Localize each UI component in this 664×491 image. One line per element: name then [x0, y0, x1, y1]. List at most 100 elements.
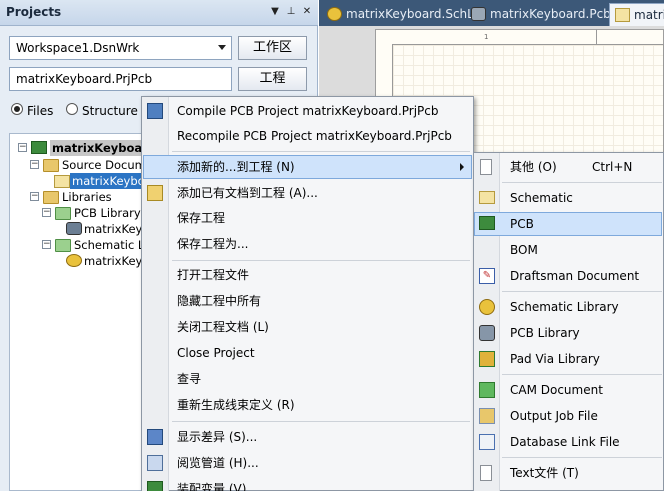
submenu-item-database-link[interactable]: Database Link File	[475, 430, 662, 454]
menu-item-add-new-to-project[interactable]: 添加新的...到工程 (N)	[143, 155, 472, 179]
submenu-item-other-label: 其他 (O)	[510, 160, 557, 174]
pcb-icon	[479, 216, 495, 230]
menu-item-find[interactable]: 查寻	[143, 367, 472, 391]
menu-item-compile[interactable]: Compile PCB Project matrixKeyboard.PrjPc…	[143, 99, 472, 123]
menu-separator	[172, 151, 470, 152]
structure-radio[interactable]	[66, 103, 78, 115]
submenu-item-other-shortcut: Ctrl+N	[592, 160, 633, 174]
collapse-icon[interactable]: −	[18, 143, 27, 152]
tree-label-libraries: Libraries	[62, 190, 112, 204]
menu-separator	[502, 374, 662, 375]
submenu-item-cam-document[interactable]: CAM Document	[475, 378, 662, 402]
pcb-project-icon	[31, 141, 47, 154]
collapse-icon[interactable]: −	[30, 192, 39, 201]
menu-item-save-project-as-label: 保存工程为...	[177, 237, 249, 251]
variants-icon	[147, 481, 163, 491]
submenu-item-bom[interactable]: BOM	[475, 238, 662, 262]
panel-title: Projects	[6, 5, 62, 19]
submenu-item-schematic[interactable]: Schematic	[475, 186, 662, 210]
folder-icon	[55, 207, 71, 220]
submenu-item-draftsman[interactable]: ✎ Draftsman Document	[475, 264, 662, 288]
submenu-item-text-file[interactable]: Text文件 (T)	[475, 461, 662, 485]
submenu-item-schematic-library[interactable]: Schematic Library	[475, 295, 662, 319]
menu-item-hide-all[interactable]: 隐藏工程中所有	[143, 289, 472, 313]
close-icon[interactable]: ✕	[300, 5, 314, 19]
submenu-item-schematic-label: Schematic	[510, 191, 573, 205]
workspace-combo-value: Workspace1.DsnWrk	[16, 41, 140, 55]
folder-icon	[43, 159, 59, 172]
tab-active-document[interactable]: matrix	[609, 3, 664, 26]
submenu-arrow-icon	[460, 163, 464, 171]
menu-item-regenerate-harness-label: 重新生成线束定义 (R)	[177, 398, 295, 412]
submenu-item-schematic-library-label: Schematic Library	[510, 300, 619, 314]
text-file-icon	[480, 465, 492, 481]
folder-icon	[43, 191, 59, 204]
menu-item-recompile-label: Recompile PCB Project matrixKeyboard.Prj…	[177, 129, 452, 143]
show-differences-icon	[147, 429, 163, 445]
submenu-item-pcb-library[interactable]: PCB Library	[475, 321, 662, 345]
workspace-button[interactable]: 工作区	[238, 36, 307, 60]
structure-radio-label: Structure	[82, 104, 138, 118]
menu-item-close-project[interactable]: Close Project	[143, 341, 472, 365]
blank-document-icon	[480, 159, 492, 175]
pcb-library-icon	[66, 222, 82, 235]
project-button[interactable]: 工程	[238, 67, 307, 91]
schematic-icon	[479, 191, 495, 204]
pad-via-library-icon	[479, 351, 495, 367]
sheet-zone-divider	[596, 29, 597, 44]
menu-item-recompile[interactable]: Recompile PCB Project matrixKeyboard.Prj…	[143, 124, 472, 148]
menu-item-save-project[interactable]: 保存工程	[143, 206, 472, 230]
menu-item-close-documents-label: 关闭工程文档 (L)	[177, 320, 269, 334]
menu-item-add-existing[interactable]: 添加已有文档到工程 (A)...	[143, 181, 472, 205]
workspace-combo[interactable]: Workspace1.DsnWrk	[9, 36, 232, 60]
submenu-item-pad-via-library[interactable]: Pad Via Library	[475, 347, 662, 371]
submenu-item-pcb[interactable]: PCB	[474, 212, 662, 236]
menu-item-find-label: 查寻	[177, 372, 202, 386]
submenu-item-output-job-label: Output Job File	[510, 409, 598, 423]
chevron-down-icon	[218, 45, 226, 50]
menu-item-open-project-file-label: 打开工程文件	[177, 268, 250, 282]
project-combo-value: matrixKeyboard.PrjPcb	[16, 72, 153, 86]
collapse-icon[interactable]: −	[30, 160, 39, 169]
add-existing-icon	[147, 185, 163, 201]
menu-item-save-project-as[interactable]: 保存工程为...	[143, 232, 472, 256]
menu-item-variants-label: 装配变量 (V)...	[177, 482, 258, 491]
submenu-item-cam-document-label: CAM Document	[510, 383, 603, 397]
project-combo[interactable]: matrixKeyboard.PrjPcb	[9, 67, 232, 91]
submenu-item-pcb-label: PCB	[510, 217, 534, 231]
menu-separator	[172, 260, 470, 261]
menu-item-show-differences-label: 显示差异 (S)...	[177, 430, 258, 444]
submenu-item-draftsman-label: Draftsman Document	[510, 269, 640, 283]
output-job-icon	[479, 408, 495, 424]
pin-icon[interactable]: ⊥	[284, 5, 298, 19]
menu-item-variants[interactable]: 装配变量 (V)...	[143, 477, 472, 491]
tree-label-source-documents: Source Docume	[62, 158, 153, 172]
menu-item-open-project-file[interactable]: 打开工程文件	[143, 263, 472, 287]
collapse-icon[interactable]: −	[42, 208, 51, 217]
schlib-icon	[327, 7, 342, 21]
menu-item-close-project-documents[interactable]: 关闭工程文档 (L)	[143, 315, 472, 339]
collapse-icon[interactable]: −	[42, 240, 51, 249]
submenu-item-pad-via-library-label: Pad Via Library	[510, 352, 600, 366]
folder-icon	[55, 239, 71, 252]
menu-item-view-channels[interactable]: 阅览管道 (H)...	[143, 451, 472, 475]
database-link-icon	[479, 434, 495, 450]
files-radio[interactable]	[11, 103, 23, 115]
tab-pcblib-label: matrixKeyboard.PcbLib	[490, 7, 629, 21]
cam-document-icon	[479, 382, 495, 398]
schematic-library-icon	[479, 299, 495, 315]
menu-separator	[502, 182, 662, 183]
menu-item-save-project-label: 保存工程	[177, 211, 226, 225]
submenu-item-text-file-label: Text文件 (T)	[510, 466, 579, 480]
schematic-library-icon	[66, 254, 82, 267]
menu-item-view-channels-label: 阅览管道 (H)...	[177, 456, 259, 470]
menu-item-compile-label: Compile PCB Project matrixKeyboard.PrjPc…	[177, 104, 439, 118]
submenu-item-output-job[interactable]: Output Job File	[475, 404, 662, 428]
menu-item-show-differences[interactable]: 显示差异 (S)...	[143, 425, 472, 449]
submenu-item-bom-label: BOM	[510, 243, 538, 257]
menu-item-regenerate-harness[interactable]: 重新生成线束定义 (R)	[143, 393, 472, 417]
pcblib-icon	[471, 7, 486, 21]
panel-menu-arrow-icon[interactable]: ▼	[268, 5, 282, 19]
sheet-column-marker: 1	[484, 33, 489, 41]
submenu-item-other[interactable]: 其他 (O) Ctrl+N	[475, 155, 662, 179]
